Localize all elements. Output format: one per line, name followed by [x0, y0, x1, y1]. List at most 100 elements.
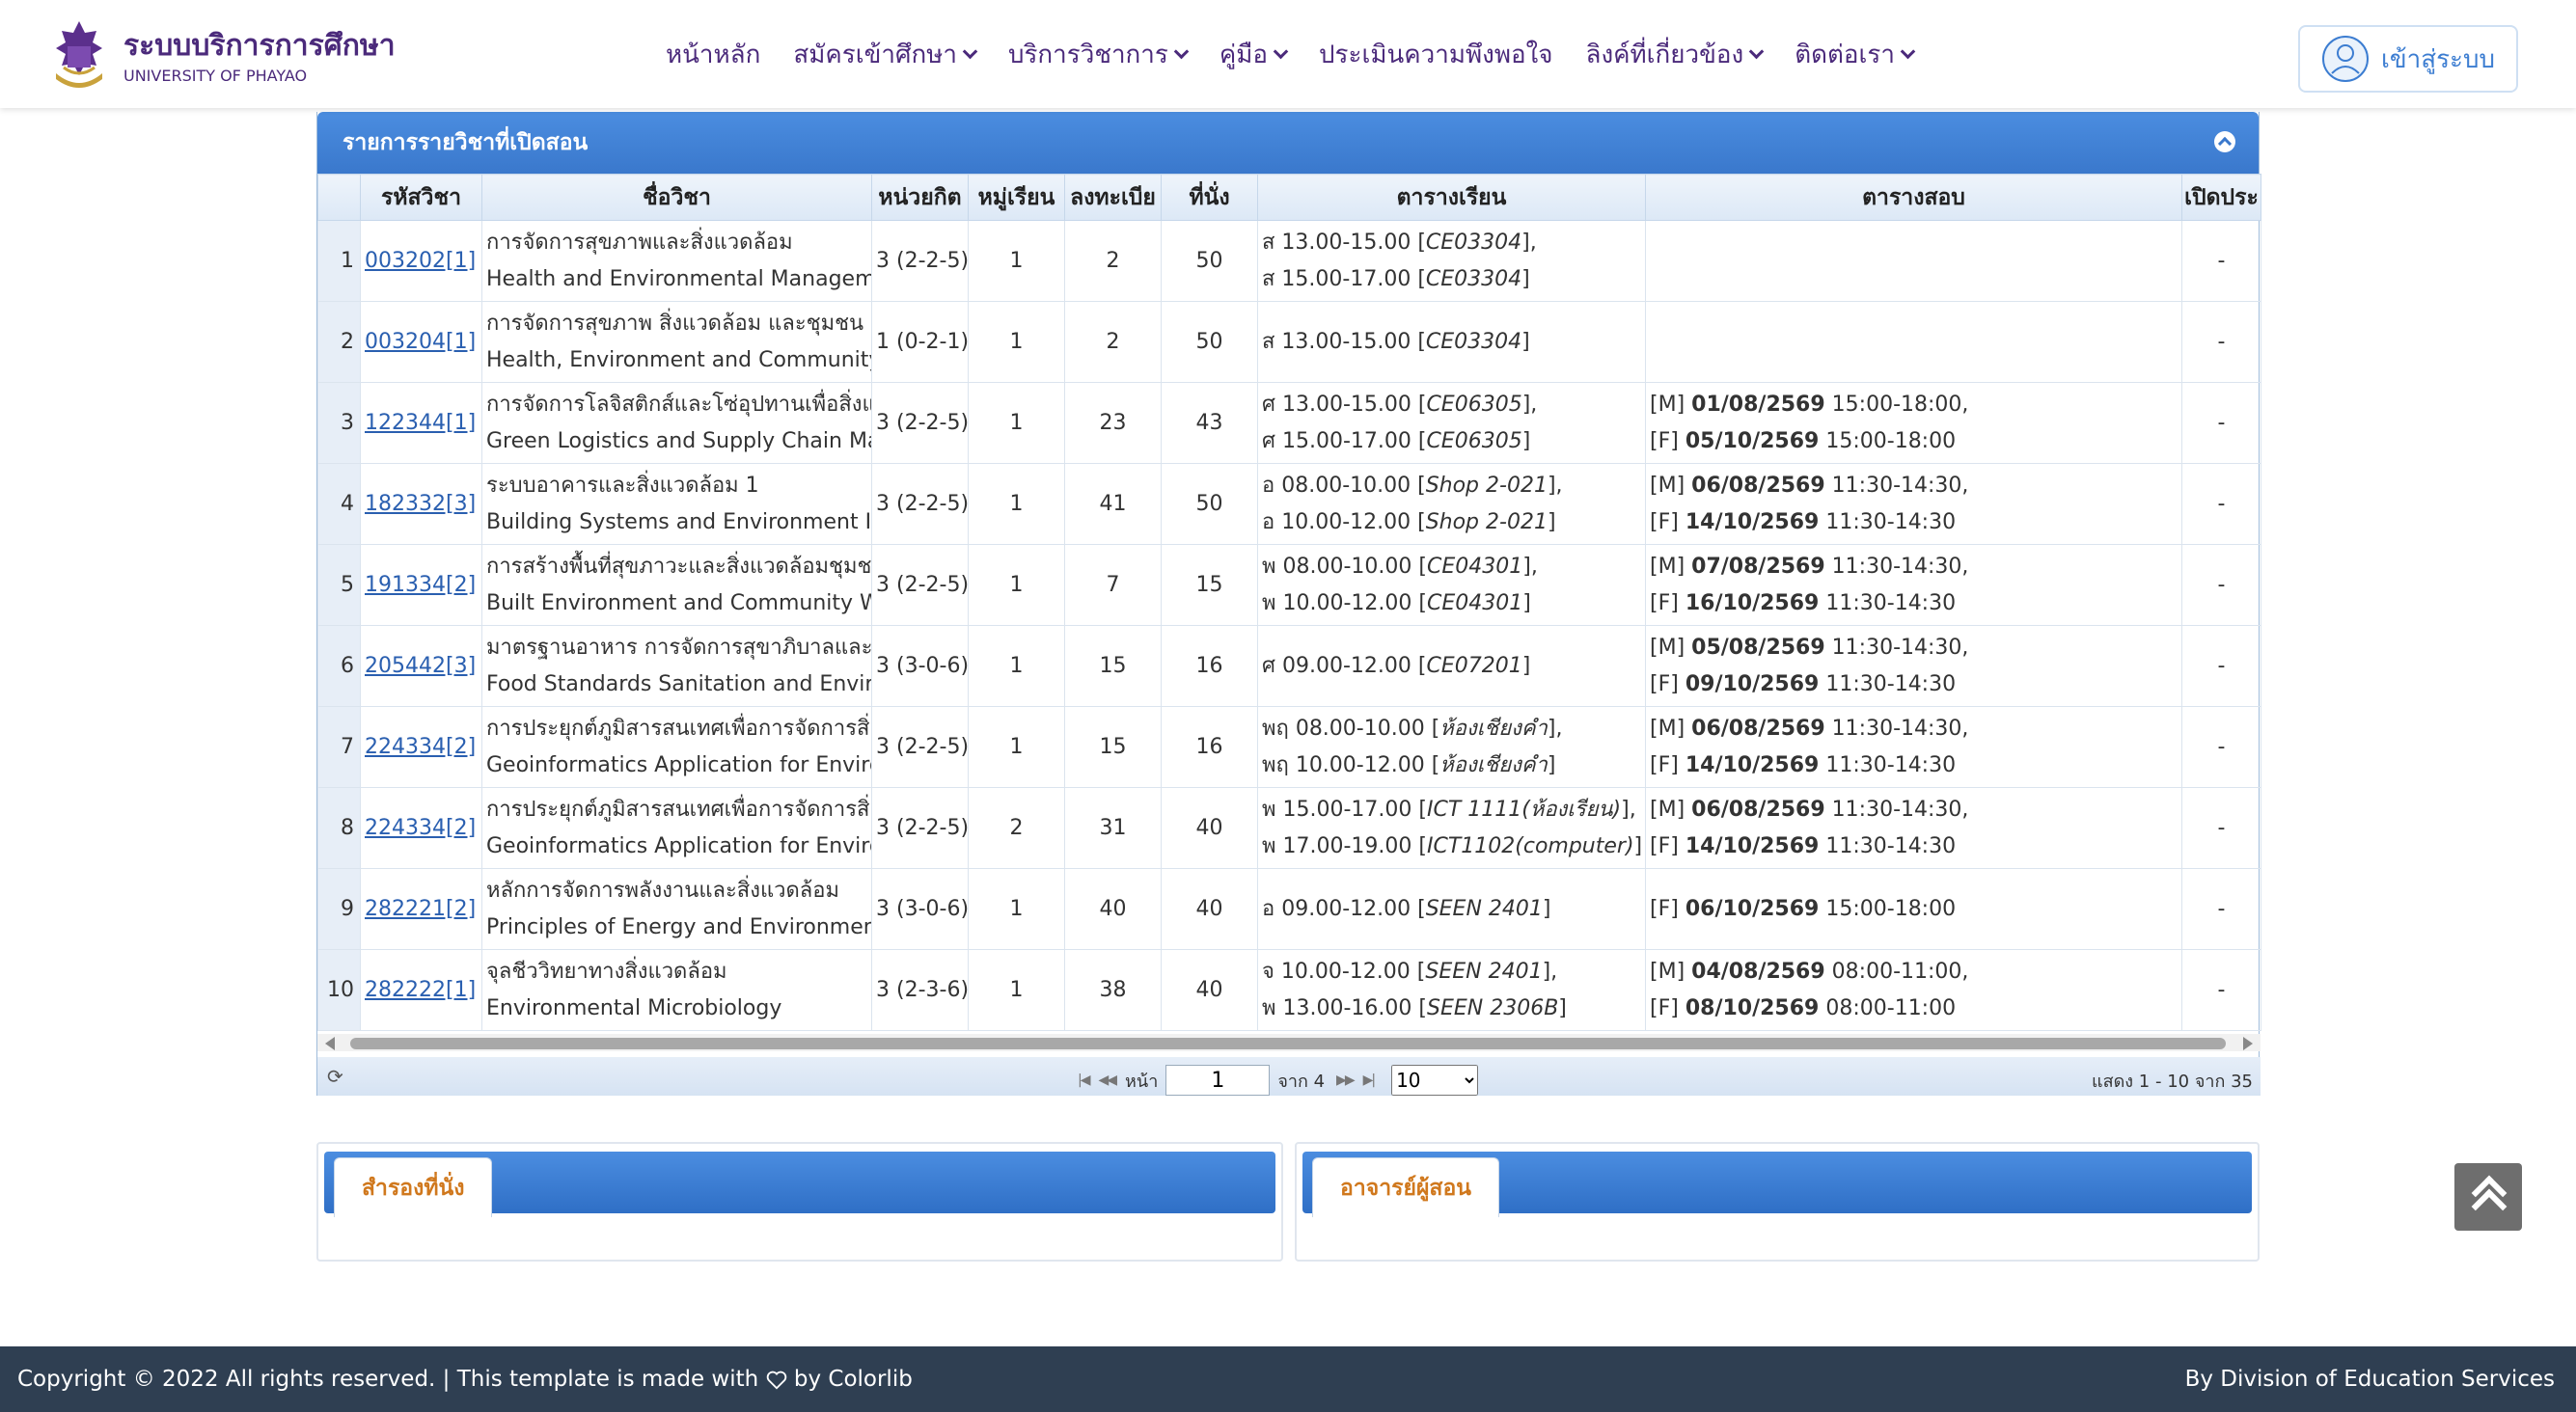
- schedule-time: ศ 09.00-12.00 [: [1262, 653, 1427, 678]
- table-row[interactable]: 10 282222[1] จุลชีววิทยาทางสิ่งแวดล้อม Envi…: [317, 949, 2261, 1031]
- course-code-link[interactable]: 282221[2]: [362, 897, 476, 921]
- table-row[interactable]: 2 003204[1] การจัดการสุขภาพ สิ่งแวดล้อม แล…: [317, 301, 2261, 383]
- section-cell: 1: [968, 949, 1065, 1031]
- section-cell: 1: [968, 463, 1065, 545]
- prev-page-icon[interactable]: ◀◀: [1098, 1073, 1116, 1088]
- course-name-th: การประยุกต์ภูมิสารสนเทศเพื่อการจัดการสิ่…: [486, 797, 871, 822]
- schedule-time: ส 13.00-15.00 [: [1262, 329, 1426, 354]
- column-header: [317, 174, 361, 221]
- copyright-text: Copyright © 2022 All rights reserved. | …: [17, 1367, 913, 1392]
- column-header[interactable]: ชื่อวิชา: [481, 174, 872, 221]
- next-page-icon[interactable]: ▶▶: [1336, 1073, 1355, 1088]
- university-seal-icon: [56, 21, 102, 88]
- nav-item-0[interactable]: หน้าหลัก: [666, 35, 760, 74]
- schedule-line: อ 08.00-10.00 [Shop 2-021],: [1262, 468, 1645, 504]
- schedule-cell: จ 10.00-12.00 [SEEN 2401], พ 13.00-16.00 …: [1257, 949, 1646, 1031]
- course-code-link[interactable]: 191334[2]: [362, 573, 476, 597]
- schedule-bracket: ],: [1542, 959, 1558, 984]
- schedule-time: พ 10.00-12.00 [: [1262, 590, 1427, 615]
- scroll-right-icon[interactable]: [2243, 1037, 2253, 1050]
- nav-item-4[interactable]: ประเมินความพึงพอใจ: [1319, 35, 1552, 74]
- table-row[interactable]: 7 224334[2] การประยุกต์ภูมิสารสนเทศเพื่อกา…: [317, 706, 2261, 788]
- exam-time: 11:30-14:30: [1819, 752, 1957, 777]
- schedule-room: CE03304: [1425, 329, 1522, 354]
- last-page-icon[interactable]: ▶|: [1363, 1073, 1377, 1088]
- scroll-left-icon[interactable]: [325, 1037, 335, 1050]
- page-size-select[interactable]: 10: [1391, 1065, 1479, 1096]
- nav-item-3[interactable]: คู่มือ: [1219, 35, 1289, 74]
- schedule-line: จ 10.00-12.00 [SEEN 2401],: [1262, 954, 1645, 991]
- column-header[interactable]: ลงทะเบีย: [1064, 174, 1162, 221]
- table-row[interactable]: 6 205442[3] มาตรฐานอาหาร การจัดการสุขาภิบา…: [317, 625, 2261, 707]
- collapse-icon[interactable]: [2214, 131, 2235, 152]
- tab-seat-reservation[interactable]: สำรองที่นั่ง: [334, 1157, 493, 1217]
- table-row[interactable]: 4 182332[3] ระบบอาคารและสิ่งแวดล้อม 1 Build…: [317, 463, 2261, 545]
- table-row[interactable]: 8 224334[2] การประยุกต์ภูมิสารสนเทศเพื่อกา…: [317, 787, 2261, 869]
- login-button[interactable]: เข้าสู่ระบบ: [2298, 25, 2518, 93]
- exam-type: [F]: [1650, 509, 1685, 534]
- credit-cell: 3 (3-0-6): [871, 868, 969, 950]
- course-code-cell: 224334[2]: [360, 787, 482, 869]
- tab-instructors[interactable]: อาจารย์ผู้สอน: [1312, 1157, 1500, 1217]
- exam-cell: [M] 05/08/2569 11:30-14:30, [F] 09/10/256…: [1645, 625, 2182, 707]
- course-name-en: Health, Environment and Community Ma: [486, 347, 871, 372]
- course-code-link[interactable]: 224334[2]: [362, 816, 476, 840]
- table-row[interactable]: 9 282221[2] หลักการจัดการพลังงานและสิ่งแวด…: [317, 868, 2261, 950]
- column-header[interactable]: เปิดประ: [2181, 174, 2261, 221]
- column-header[interactable]: ตารางสอบ: [1645, 174, 2182, 221]
- nav-item-1[interactable]: สมัครเข้าศึกษา: [793, 35, 978, 74]
- course-code-link[interactable]: 003204[1]: [362, 330, 476, 354]
- course-name-en: Built Environment and Community Wellb: [486, 590, 871, 615]
- column-header[interactable]: ตารางเรียน: [1257, 174, 1646, 221]
- schedule-cell: ศ 09.00-12.00 [CE07201]: [1257, 625, 1646, 707]
- exam-time: 11:30-14:30,: [1824, 797, 1969, 822]
- course-code-link[interactable]: 224334[2]: [362, 735, 476, 759]
- course-code-link[interactable]: 205442[3]: [362, 654, 476, 678]
- exam-date: 04/08/2569: [1691, 959, 1825, 984]
- logo[interactable]: ระบบบริการการศึกษา UNIVERSITY OF PHAYAO: [50, 19, 396, 95]
- course-code-link[interactable]: 282222[1]: [362, 978, 476, 1002]
- schedule-room: SEEN 2306B: [1426, 995, 1559, 1020]
- nav-item-2[interactable]: บริการวิชาการ: [1008, 35, 1190, 74]
- schedule-room: Shop 2-021: [1425, 509, 1548, 534]
- first-page-icon[interactable]: |◀: [1078, 1073, 1091, 1088]
- course-code-link[interactable]: 182332[3]: [362, 492, 476, 516]
- credit-cell: 3 (3-0-6): [871, 625, 969, 707]
- column-header[interactable]: รหัสวิชา: [360, 174, 482, 221]
- refresh-icon[interactable]: ⟳: [327, 1065, 343, 1088]
- course-code-link[interactable]: 122344[1]: [362, 411, 476, 435]
- exam-date: 09/10/2569: [1685, 671, 1820, 696]
- column-header[interactable]: หมู่เรียน: [968, 174, 1065, 221]
- exam-date: 14/10/2569: [1685, 752, 1820, 777]
- schedule-bracket: ]: [1547, 509, 1556, 534]
- table-row[interactable]: 1 003202[1] การจัดการสุขภาพและสิ่งแวดล้อม H…: [317, 220, 2261, 302]
- open-cell: -: [2181, 706, 2261, 788]
- scrollbar-thumb[interactable]: [350, 1038, 2226, 1049]
- nav-item-5[interactable]: ลิงค์ที่เกี่ยวข้อง: [1586, 35, 1765, 74]
- horizontal-scrollbar[interactable]: [317, 1034, 2261, 1051]
- exam-line: [F] 08/10/2569 08:00-11:00: [1650, 991, 2181, 1027]
- course-code-cell: 224334[2]: [360, 706, 482, 788]
- column-header[interactable]: ที่นั่ง: [1161, 174, 1258, 221]
- schedule-time: พฤ 08.00-10.00 [: [1262, 716, 1440, 741]
- nav-item-label: ประเมินความพึงพอใจ: [1319, 41, 1553, 69]
- schedule-room: CE04301: [1426, 554, 1523, 579]
- schedule-room: ICT 1111(ห้องเรียน): [1426, 797, 1622, 822]
- page-input[interactable]: [1165, 1065, 1271, 1096]
- table-row[interactable]: 5 191334[2] การสร้างพื้นที่สุขภาวะและสิ่งแ…: [317, 544, 2261, 626]
- schedule-bracket: ]: [1542, 896, 1551, 921]
- table-row[interactable]: 3 122344[1] การจัดการโลจิสติกส์และโซ่อุปทา…: [317, 382, 2261, 464]
- nav-item-6[interactable]: ติดต่อเรา: [1795, 35, 1916, 74]
- section-cell: 1: [968, 544, 1065, 626]
- exam-time: 15:00-18:00,: [1824, 392, 1969, 417]
- course-code-link[interactable]: 003202[1]: [362, 249, 476, 273]
- back-to-top-button[interactable]: [2454, 1163, 2522, 1231]
- column-header[interactable]: หน่วยกิต: [871, 174, 969, 221]
- seats-cell: 50: [1161, 463, 1258, 545]
- seats-cell: 50: [1161, 301, 1258, 383]
- colorlib-link[interactable]: by Colorlib: [794, 1367, 913, 1392]
- exam-line: [F] 16/10/2569 11:30-14:30: [1650, 585, 2181, 622]
- section-cell: 1: [968, 625, 1065, 707]
- seat-panel-header: สำรองที่นั่ง: [324, 1152, 1275, 1217]
- schedule-bracket: ],: [1522, 554, 1538, 579]
